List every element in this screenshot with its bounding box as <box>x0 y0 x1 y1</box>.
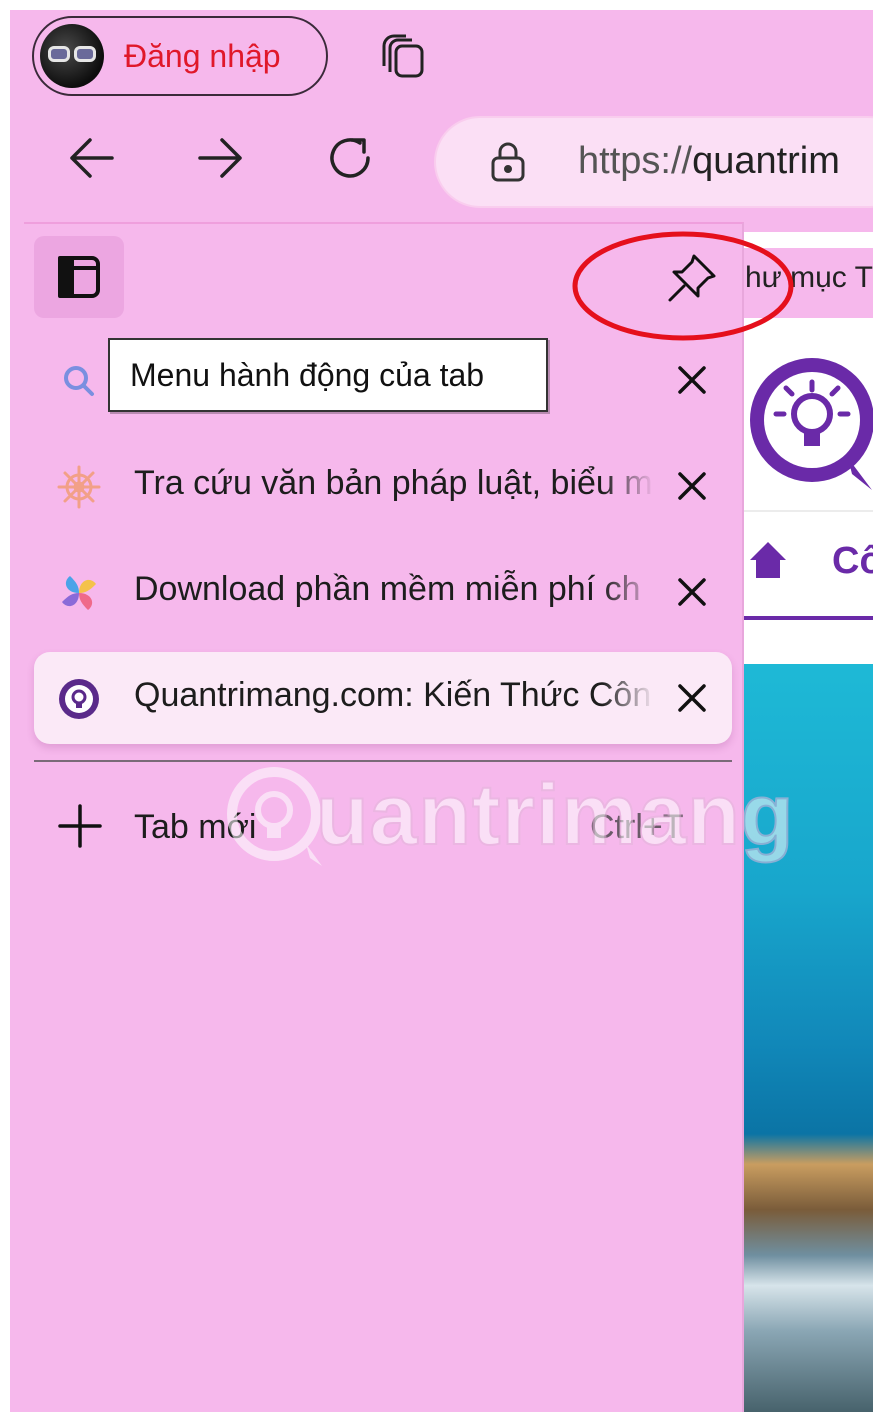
close-icon[interactable] <box>670 464 714 508</box>
login-label: Đăng nhập <box>124 38 281 74</box>
plus-icon <box>58 804 102 848</box>
helm-icon <box>57 465 101 509</box>
profile-button[interactable]: Đăng nhập <box>32 16 328 96</box>
forward-arrow-icon[interactable] <box>192 130 248 186</box>
quantrimang-icon <box>59 679 99 719</box>
tab-item-active[interactable]: Quantrimang.com: Kiến Thức Côn <box>34 652 732 744</box>
bookmarks-bar-item[interactable]: hư mục T <box>743 248 873 318</box>
avatar <box>40 24 104 88</box>
tab-item[interactable]: Download phần mềm miễn phí ch <box>34 546 732 638</box>
url-text[interactable]: https://quantrim <box>578 140 840 183</box>
reload-icon[interactable] <box>322 130 378 186</box>
tab-title: Download phần mềm miễn phí ch <box>134 570 641 608</box>
tab-item[interactable]: Tra cứu văn bản pháp luật, biểu m <box>34 440 732 532</box>
workspaces-icon[interactable] <box>378 32 430 84</box>
address-bar[interactable]: https://quantrim <box>434 116 873 208</box>
pinwheel-icon <box>62 576 96 610</box>
panel-toggle-button[interactable] <box>34 236 124 318</box>
sidebar-panel-icon <box>58 256 100 298</box>
vertical-tabs-panel: Tra cứu văn bản pháp luật, biểu m Downlo… <box>24 222 794 1412</box>
tooltip: Menu hành động của tab <box>108 338 548 412</box>
close-icon[interactable] <box>670 358 714 402</box>
new-tab-label: Tab mới <box>134 808 257 846</box>
tab-title: Tra cứu văn bản pháp luật, biểu m <box>134 464 653 502</box>
browser-window: Đăng nhập https://quantrim hư mục T Cô T… <box>10 10 873 1412</box>
new-tab-shortcut: Ctrl+T <box>590 808 684 846</box>
lock-icon[interactable] <box>488 140 528 184</box>
site-nav-underline <box>743 616 873 620</box>
site-header-divider <box>743 510 873 512</box>
site-nav-item[interactable]: Cô <box>832 540 873 583</box>
close-icon[interactable] <box>670 570 714 614</box>
search-icon <box>64 366 94 396</box>
hero-image <box>743 664 873 1412</box>
panel-divider <box>34 760 732 762</box>
tab-title: Quantrimang.com: Kiến Thức Côn <box>134 676 652 714</box>
quantrimang-logo-icon <box>750 358 873 490</box>
home-icon[interactable] <box>746 538 790 582</box>
new-tab-button[interactable]: Tab mới Ctrl+T <box>34 780 732 872</box>
pin-icon[interactable] <box>664 250 720 306</box>
close-icon[interactable] <box>670 676 714 720</box>
back-arrow-icon[interactable] <box>64 130 120 186</box>
